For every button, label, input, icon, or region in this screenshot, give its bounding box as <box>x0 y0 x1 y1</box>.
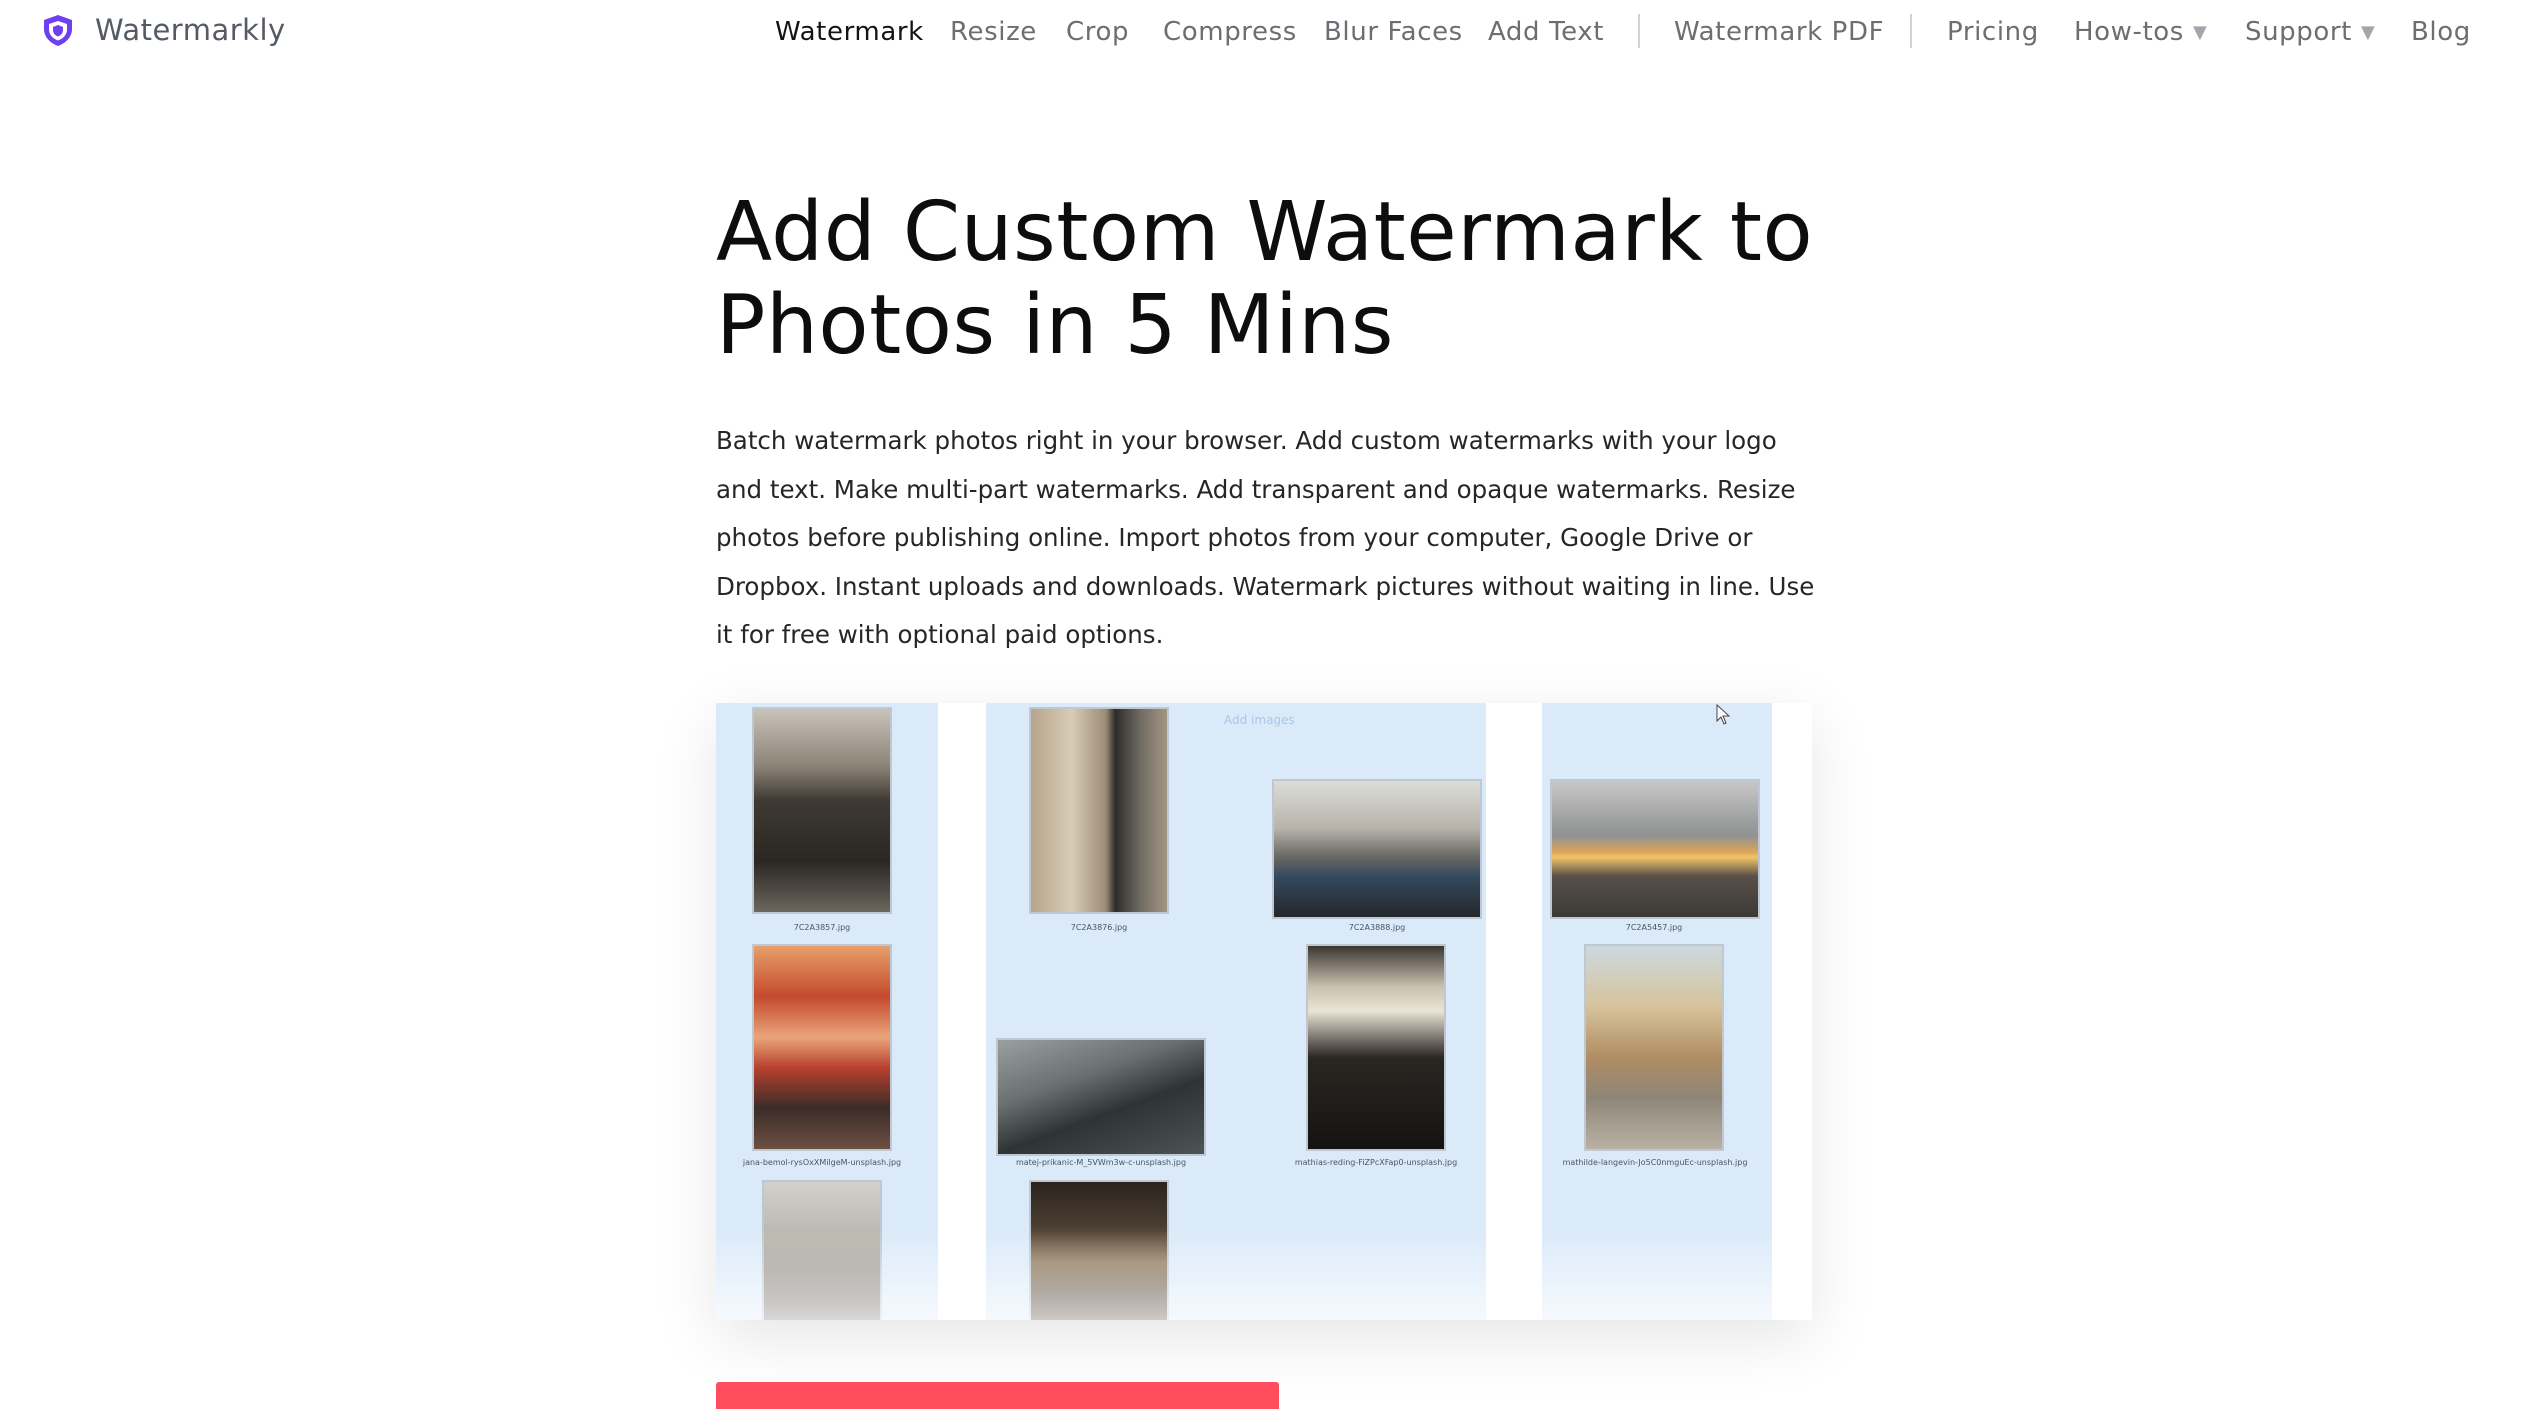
nav-compress[interactable]: Compress <box>1163 17 1297 47</box>
photo-thumbnail[interactable] <box>1306 944 1446 1151</box>
nav-support-label: Support <box>2245 17 2352 47</box>
nav-how-tos-label: How-tos <box>2074 17 2184 47</box>
page-title-line-1: Add Custom Watermark to <box>716 185 1814 280</box>
demo-video-preview[interactable]: Add images 7C2A3857.jpg 7C2A3876.jpg 7C2… <box>716 703 1812 1320</box>
nav-watermark[interactable]: Watermark <box>775 17 924 47</box>
nav-blog[interactable]: Blog <box>2411 17 2471 47</box>
file-name: matej-prikanic-M_5VWm3w-c-unsplash.jpg <box>1015 1158 1187 1167</box>
nav-divider <box>1910 14 1912 48</box>
nav-watermark-pdf[interactable]: Watermark PDF <box>1674 17 1884 47</box>
photo-thumbnail[interactable] <box>1272 779 1482 919</box>
nav-blur-faces[interactable]: Blur Faces <box>1324 17 1463 47</box>
page: Watermarkly Watermark Resize Crop Compre… <box>0 0 2524 1409</box>
brand-name: Watermarkly <box>95 13 286 47</box>
file-name: mathias-reding-FiZPcXFap0-unsplash.jpg <box>1294 1158 1458 1167</box>
photo-thumbnail[interactable] <box>1029 707 1169 914</box>
page-title: Add Custom Watermark to Photos in 5 Mins <box>716 186 1866 372</box>
add-images-label: Add images <box>1224 713 1295 727</box>
caret-down-icon: ▼ <box>2192 22 2208 43</box>
photo-thumbnail[interactable] <box>1550 779 1760 919</box>
nav-pricing[interactable]: Pricing <box>1947 17 2039 47</box>
file-name: 7C2A3888.jpg <box>1348 923 1406 932</box>
photo-thumbnail[interactable] <box>762 1180 882 1320</box>
file-name: 7C2A3857.jpg <box>793 923 851 932</box>
brand-logo-link[interactable]: Watermarkly <box>41 13 286 47</box>
photo-thumbnail[interactable] <box>752 707 892 914</box>
nav-add-text[interactable]: Add Text <box>1488 17 1604 47</box>
nav-crop[interactable]: Crop <box>1066 17 1129 47</box>
mouse-cursor-icon <box>1716 704 1731 725</box>
file-name: mathilde-langevin-Jo5C0nmguEc-unsplash.j… <box>1562 1158 1748 1167</box>
nav-divider <box>1638 14 1640 48</box>
file-name: 7C2A3876.jpg <box>1070 923 1128 932</box>
hero-description: Batch watermark photos right in your bro… <box>716 426 1815 649</box>
file-name: jana-bemol-rysOxXMilgeM-unsplash.jpg <box>742 1158 902 1167</box>
top-navigation: Watermarkly Watermark Resize Crop Compre… <box>0 0 2524 66</box>
shield-icon <box>44 15 72 46</box>
primary-cta-button[interactable] <box>716 1382 1279 1409</box>
nav-support[interactable]: Support ▼ <box>2245 17 2375 47</box>
file-name: 7C2A5457.jpg <box>1625 923 1683 932</box>
photo-thumbnail[interactable] <box>752 944 892 1151</box>
nav-resize[interactable]: Resize <box>950 17 1037 47</box>
page-title-line-2: Photos in 5 Mins <box>716 278 1394 373</box>
photo-thumbnail[interactable] <box>996 1038 1206 1156</box>
nav-how-tos[interactable]: How-tos ▼ <box>2074 17 2207 47</box>
photo-thumbnail[interactable] <box>1584 944 1724 1151</box>
photo-thumbnail[interactable] <box>1029 1180 1169 1320</box>
caret-down-icon: ▼ <box>2360 22 2376 43</box>
